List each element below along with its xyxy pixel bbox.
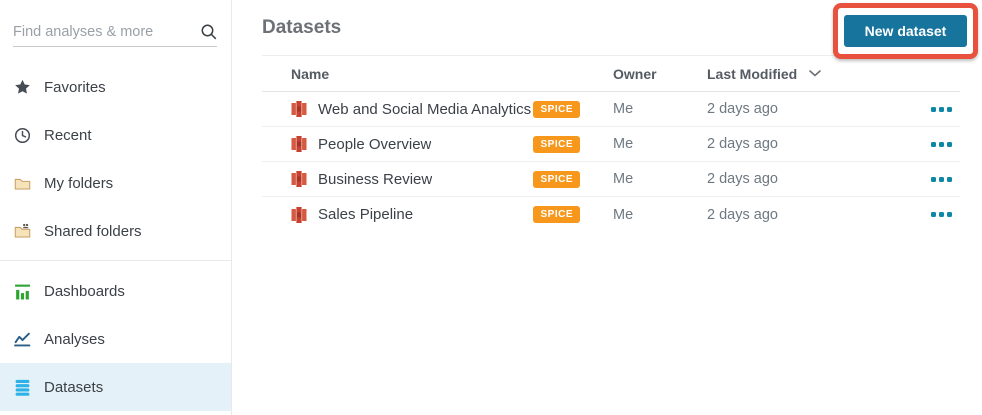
sidebar: Favorites Recent My folders	[0, 0, 232, 415]
last-modified-cell: 2 days ago	[707, 101, 923, 117]
sidebar-item-label: My folders	[44, 175, 113, 192]
last-modified-cell: 2 days ago	[707, 207, 923, 223]
owner-cell: Me	[613, 207, 707, 223]
row-actions-menu-icon[interactable]	[929, 103, 954, 116]
table-row[interactable]: Web and Social Media Analytics SPICE Me …	[262, 92, 960, 127]
clock-icon	[14, 127, 31, 144]
sidebar-item-dashboards[interactable]: Dashboards	[0, 267, 231, 315]
sidebar-item-my-folders[interactable]: My folders	[0, 159, 231, 207]
sidebar-item-recent[interactable]: Recent	[0, 111, 231, 159]
sidebar-divider	[0, 260, 231, 261]
datasets-table: Name Owner Last Modified	[262, 55, 960, 232]
dataset-name[interactable]: Web and Social Media Analytics	[318, 101, 531, 118]
sidebar-nav-bottom: Dashboards Analyses	[0, 267, 231, 411]
new-dataset-button[interactable]: New dataset	[844, 15, 967, 47]
search-box	[13, 21, 217, 47]
dataset-icon	[291, 136, 307, 152]
spice-badge: SPICE	[533, 171, 580, 188]
dataset-name[interactable]: People Overview	[318, 136, 431, 153]
sidebar-item-datasets[interactable]: Datasets	[0, 363, 231, 411]
search-icon[interactable]	[200, 23, 218, 41]
owner-cell: Me	[613, 136, 707, 152]
column-header-last-modified[interactable]: Last Modified	[707, 66, 923, 82]
shared-folder-icon	[14, 223, 31, 240]
quicksight-app: Favorites Recent My folders	[0, 0, 982, 415]
spice-badge: SPICE	[533, 206, 580, 223]
table-row[interactable]: Sales Pipeline SPICE Me 2 days ago	[262, 197, 960, 232]
sidebar-item-shared-folders[interactable]: Shared folders	[0, 207, 231, 255]
sidebar-nav-top: Favorites Recent My folders	[0, 63, 231, 255]
dataset-icon	[291, 101, 307, 117]
sidebar-item-label: Dashboards	[44, 283, 125, 300]
column-header-name[interactable]: Name	[262, 66, 540, 82]
row-actions-menu-icon[interactable]	[929, 173, 954, 186]
dashboards-icon	[14, 283, 31, 300]
owner-cell: Me	[613, 171, 707, 187]
folder-icon	[14, 175, 31, 192]
dataset-icon	[291, 171, 307, 187]
row-actions-menu-icon[interactable]	[929, 208, 954, 221]
last-modified-cell: 2 days ago	[707, 171, 923, 187]
datasets-icon	[14, 379, 31, 396]
main-content: Datasets New dataset Name Owner Last Mod…	[232, 0, 982, 415]
sidebar-item-label: Datasets	[44, 379, 103, 396]
row-actions-menu-icon[interactable]	[929, 138, 954, 151]
analyses-icon	[14, 331, 31, 348]
column-header-owner[interactable]: Owner	[613, 66, 707, 82]
sidebar-item-label: Shared folders	[44, 223, 142, 240]
sort-chevron-down-icon[interactable]	[809, 70, 821, 77]
owner-cell: Me	[613, 101, 707, 117]
annotation-highlight-box: New dataset	[833, 3, 978, 59]
table-row[interactable]: Business Review SPICE Me 2 days ago	[262, 162, 960, 197]
sidebar-item-favorites[interactable]: Favorites	[0, 63, 231, 111]
table-row[interactable]: People Overview SPICE Me 2 days ago	[262, 127, 960, 162]
sidebar-item-label: Analyses	[44, 331, 105, 348]
sidebar-item-label: Favorites	[44, 79, 106, 96]
sidebar-item-analyses[interactable]: Analyses	[0, 315, 231, 363]
table-header-row: Name Owner Last Modified	[262, 56, 960, 92]
star-icon	[14, 79, 31, 96]
spice-badge: SPICE	[533, 136, 580, 153]
spice-badge: SPICE	[533, 101, 580, 118]
dataset-name[interactable]: Business Review	[318, 171, 432, 188]
search-input[interactable]	[13, 24, 200, 40]
dataset-name[interactable]: Sales Pipeline	[318, 206, 413, 223]
dataset-icon	[291, 207, 307, 223]
sidebar-item-label: Recent	[44, 127, 92, 144]
last-modified-cell: 2 days ago	[707, 136, 923, 152]
